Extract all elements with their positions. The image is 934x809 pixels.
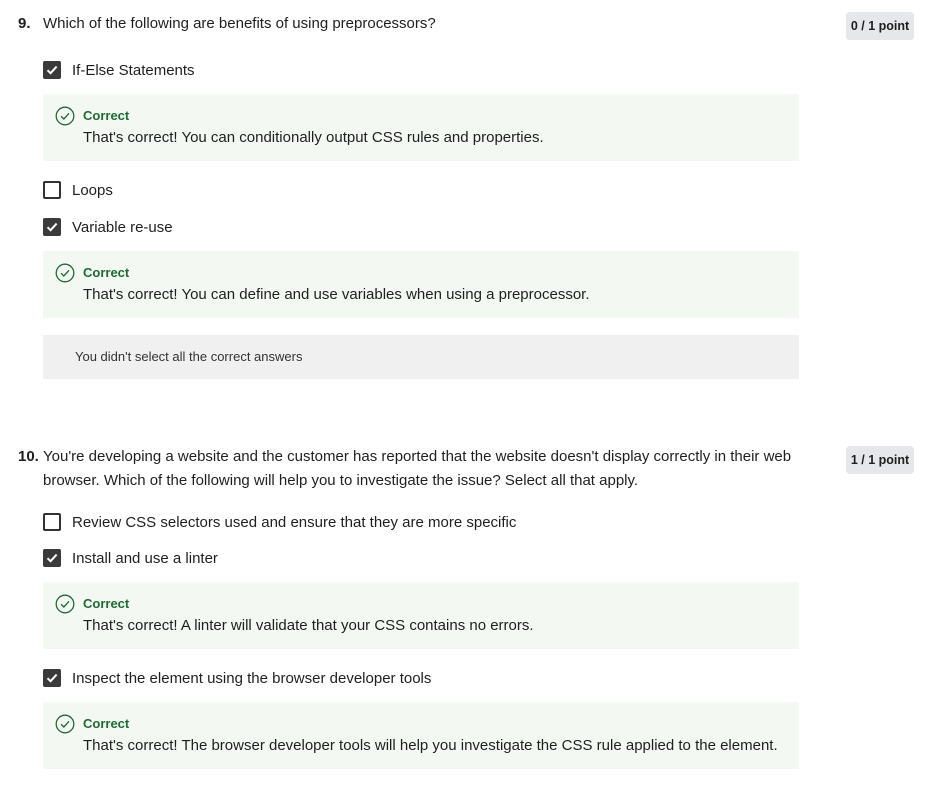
checkbox-unchecked-icon[interactable] [43,181,61,199]
feedback-text: That's correct! You can define and use v… [83,286,590,303]
feedback-text: That's correct! You can conditionally ou… [83,129,544,146]
feedback-correct: Correct That's correct! You can define a… [43,251,799,318]
checkbox-unchecked-icon[interactable] [43,513,61,531]
option-label: Variable re-use [72,218,173,236]
feedback-correct: Correct That's correct! A linter will va… [43,582,799,649]
option-label: Inspect the element using the browser de… [72,669,432,687]
option-label: Install and use a linter [72,549,218,567]
feedback-title: Correct [83,716,130,731]
option-label: Review CSS selectors used and ensure tha… [72,513,517,531]
question-number: 10. [18,448,39,465]
option-variable-reuse[interactable]: Variable re-use [43,217,173,237]
question-number: 9. [18,15,31,32]
option-if-else[interactable]: If-Else Statements [43,60,195,80]
option-label: Loops [72,181,113,199]
check-circle-icon [55,594,75,614]
incomplete-notice: You didn't select all the correct answer… [43,335,799,379]
check-circle-icon [55,714,75,734]
check-circle-icon [55,106,75,126]
checkbox-checked-icon[interactable] [43,669,61,687]
checkbox-checked-icon[interactable] [43,61,61,79]
option-install-linter[interactable]: Install and use a linter [43,548,218,568]
check-circle-icon [55,263,75,283]
feedback-text: That's correct! The browser developer to… [83,737,778,754]
feedback-title: Correct [83,265,130,280]
checkbox-checked-icon[interactable] [43,549,61,567]
feedback-title: Correct [83,108,130,123]
feedback-title: Correct [83,596,130,611]
notice-text: You didn't select all the correct answer… [75,349,303,364]
option-review-css-selectors[interactable]: Review CSS selectors used and ensure tha… [43,512,516,532]
option-inspect-element[interactable]: Inspect the element using the browser de… [43,668,431,688]
question-text: Which of the following are benefits of u… [43,15,436,32]
feedback-text: That's correct! A linter will validate t… [83,617,534,634]
feedback-correct: Correct That's correct! You can conditio… [43,94,799,161]
feedback-correct: Correct That's correct! The browser deve… [43,702,799,769]
option-loops[interactable]: Loops [43,180,113,200]
score-badge: 0 / 1 point [846,12,914,40]
question-text: You're developing a website and the cust… [43,448,792,489]
checkbox-checked-icon[interactable] [43,218,61,236]
option-label: If-Else Statements [72,61,195,79]
score-badge: 1 / 1 point [846,446,914,474]
